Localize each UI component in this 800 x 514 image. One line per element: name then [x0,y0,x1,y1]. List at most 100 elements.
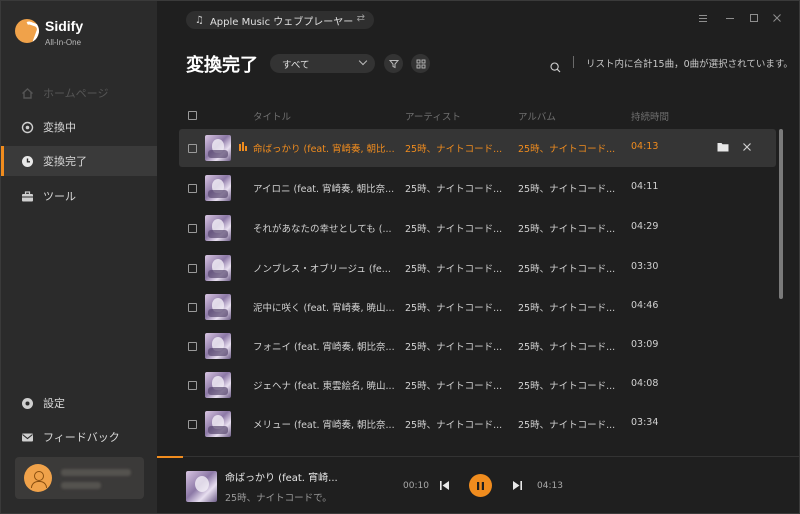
track-album: 25時、ナイトコード... [518,224,616,235]
music-note-icon: ♫ [195,14,204,26]
sidebar-item-label: ツール [43,190,76,203]
list-scrollbar[interactable] [779,129,783,299]
track-duration: 03:09 [631,339,659,350]
sidebar-item-converting[interactable]: 変換中 [1,112,157,142]
track-duration: 04:46 [631,300,659,311]
page-title: 変換完了 [186,55,258,76]
menu-icon[interactable] [696,11,710,25]
track-title: アイロニ (feat. 宵崎奏, 朝比奈... [253,184,395,195]
filter-dropdown[interactable]: すべて [270,54,375,73]
home-icon [21,87,34,100]
redacted-username [61,469,131,476]
column-album: アルバム [518,112,556,123]
sidebar-item-label: 変換中 [43,121,76,134]
row-checkbox[interactable] [188,144,197,153]
row-checkbox[interactable] [188,381,197,390]
column-artist: アーティスト [405,112,461,123]
album-cover [205,135,231,161]
album-cover [205,175,231,201]
track-artist: 25時、ナイトコード... [405,224,503,235]
row-checkbox[interactable] [188,342,197,351]
album-cover [205,372,231,398]
track-artist: 25時、ナイトコード... [405,420,503,431]
track-title: フォニイ (feat. 宵崎奏, 朝比奈... [253,342,395,353]
select-all-checkbox[interactable] [188,111,197,120]
track-duration: 04:29 [631,221,659,232]
filter-button[interactable] [384,54,403,73]
table-header: タイトル アーティスト アルバム 持続時間 [179,105,779,127]
playing-indicator-icon [239,142,247,151]
sidebar: Sidify All-In-One ホームページ 変換中 変換完了 ツール 設定… [1,1,157,513]
track-title: それがあなたの幸せとしても (... [253,224,392,235]
sidebar-item-label: ホームページ [43,87,109,100]
sidebar-item-settings[interactable]: 設定 [1,388,157,418]
app-window: Sidify All-In-One ホームページ 変換中 変換完了 ツール 設定… [0,0,800,514]
pause-icon [477,481,484,490]
sidebar-item-home[interactable]: ホームページ [1,78,157,108]
sidebar-item-label: 変換完了 [43,155,87,168]
sidebar-item-label: 設定 [43,397,65,410]
toolbar-divider [573,56,574,68]
track-album: 25時、ナイトコード... [518,342,616,353]
main-panel: ♫ Apple Music ウェブプレーヤー ⇄ 変換完了 すべて リスト内に合… [157,1,799,513]
row-checkbox[interactable] [188,184,197,193]
open-folder-icon[interactable] [716,140,730,154]
album-cover [205,215,231,241]
redacted-plan [61,482,101,489]
album-cover [205,255,231,281]
table-row[interactable]: 命ばっかり (feat. 宵崎奏, 朝比... 25時、ナイトコード... 25… [179,129,776,167]
next-track-icon[interactable] [510,478,524,492]
album-cover [205,294,231,320]
track-artist: 25時、ナイトコード... [405,303,503,314]
track-album: 25時、ナイトコード... [518,184,616,195]
maximize-icon[interactable] [747,11,761,25]
source-label: Apple Music ウェブプレーヤー [209,16,354,28]
track-artist: 25時、ナイトコード... [405,342,503,353]
remove-icon[interactable] [740,140,754,154]
close-icon[interactable] [770,11,784,25]
track-duration: 03:34 [631,417,659,428]
table-row[interactable]: フォニイ (feat. 宵崎奏, 朝比奈... 25時、ナイトコード... 25… [179,327,776,365]
minimize-icon[interactable] [723,11,737,25]
track-artist: 25時、ナイトコード... [405,381,503,392]
row-checkbox[interactable] [188,420,197,429]
track-artist: 25時、ナイトコード... [405,144,503,155]
grid-view-button[interactable] [411,54,430,73]
table-row[interactable]: アイロニ (feat. 宵崎奏, 朝比奈... 25時、ナイトコード... 25… [179,169,776,207]
previous-track-icon[interactable] [437,478,451,492]
row-checkbox[interactable] [188,224,197,233]
sidebar-item-tools[interactable]: ツール [1,181,157,211]
pause-button[interactable] [469,474,492,497]
now-playing-artist: 25時、ナイトコードで。 [225,493,332,504]
grid-icon [416,59,425,68]
elapsed-time: 00:10 [403,481,429,491]
gear-icon [21,397,34,410]
table-row[interactable]: ジェヘナ (feat. 東雲絵名, 暁山... 25時、ナイトコード... 25… [179,366,776,404]
toolbox-icon [21,190,34,203]
table-row[interactable]: それがあなたの幸せとしても (... 25時、ナイトコード... 25時、ナイト… [179,209,776,247]
track-album: 25時、ナイトコード... [518,144,616,155]
clock-icon [21,155,34,168]
table-row[interactable]: メリュー (feat. 宵崎奏, 朝比奈... 25時、ナイトコード... 25… [179,405,776,443]
row-checkbox[interactable] [188,303,197,312]
converting-icon [21,121,34,134]
track-duration: 04:08 [631,378,659,389]
now-playing-title: 命ばっかり (feat. 宵崎... [225,473,338,484]
table-row[interactable]: 泥中に咲く (feat. 宵崎奏, 暁山... 25時、ナイトコード... 25… [179,288,776,326]
track-title: ジェヘナ (feat. 東雲絵名, 暁山... [253,381,395,392]
sidebar-item-feedback[interactable]: フィードバック [1,422,157,452]
album-cover [205,333,231,359]
search-icon[interactable] [550,58,561,77]
playback-progress[interactable] [157,456,183,458]
selection-status: リスト内に合計15曲，0曲が選択されています。 [586,59,793,70]
source-selector[interactable]: ♫ Apple Music ウェブプレーヤー ⇄ [186,11,374,29]
track-duration: 03:30 [631,261,659,272]
row-checkbox[interactable] [188,264,197,273]
track-album: 25時、ナイトコード... [518,420,616,431]
table-row[interactable]: ノンブレス・オブリージュ (fe... 25時、ナイトコード... 25時、ナイ… [179,249,776,287]
swap-icon: ⇄ [356,13,365,24]
now-playing-cover [186,471,217,502]
track-artist: 25時、ナイトコード... [405,184,503,195]
sidebar-item-converted[interactable]: 変換完了 [1,146,157,176]
user-account[interactable] [15,457,144,499]
